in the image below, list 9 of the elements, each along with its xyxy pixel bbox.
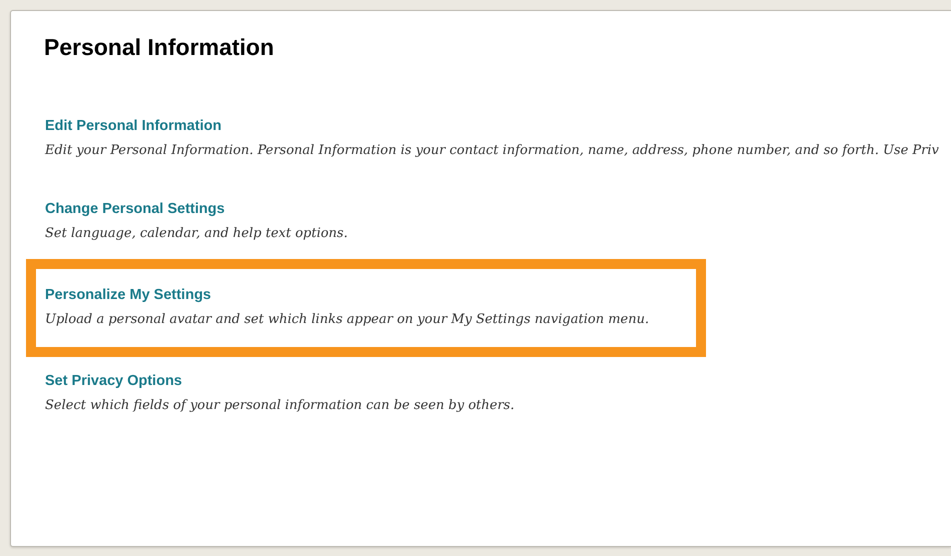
option-link[interactable]: Edit Personal Information bbox=[45, 116, 222, 136]
option-link[interactable]: Set Privacy Options bbox=[45, 371, 182, 391]
option-link[interactable]: Change Personal Settings bbox=[45, 199, 225, 219]
option-description: Set language, calendar, and help text options. bbox=[45, 225, 348, 243]
option-description: Edit your Personal Information. Personal Information is your contact information, name, address, phone number, and so forth. Use Priv bbox=[45, 142, 939, 160]
option-description: Upload a personal avatar and set which links appear on your My Settings navigation menu. bbox=[45, 311, 649, 329]
page-title: Personal Information bbox=[44, 33, 276, 62]
option-link[interactable]: Personalize My Settings bbox=[45, 285, 211, 305]
option-description: Select which fields of your personal information can be seen by others. bbox=[45, 397, 514, 415]
